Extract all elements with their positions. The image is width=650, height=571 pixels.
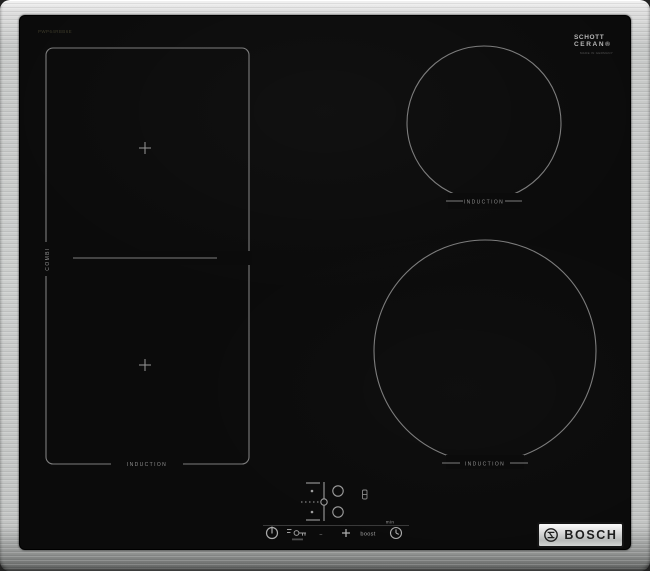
left-induction-label: INDUCTION xyxy=(127,462,167,468)
cooktop-markings: COMBI INDUCTION INDUCTION INDUCTION − bo… xyxy=(41,45,597,541)
pan-indicator-icon xyxy=(362,489,368,500)
timer-clock-icon[interactable] xyxy=(389,526,403,540)
schott-line1: SCHOTT xyxy=(574,34,605,41)
bottom-right-induction-label: INDUCTION xyxy=(465,462,505,468)
model-number: PWP64RBB6E xyxy=(38,29,73,34)
top-right-induction-label: INDUCTION xyxy=(464,200,504,206)
boost-button[interactable]: boost xyxy=(360,532,375,538)
plus-button[interactable] xyxy=(342,529,350,537)
lock-hold-hint xyxy=(292,538,303,541)
combi-label: COMBI xyxy=(45,247,51,270)
bosch-wordmark: BOSCH xyxy=(564,528,618,542)
zone-select-left-rear-dot[interactable] xyxy=(310,489,314,493)
timer-unit-label: min xyxy=(386,520,395,525)
schott-ceran-logo: SCHOTT CERAN® MADE IN GERMANY xyxy=(574,34,626,55)
zone-selector[interactable] xyxy=(301,482,344,521)
schott-line2: CERAN® xyxy=(574,41,612,48)
bosch-badge: BOSCH xyxy=(537,522,624,548)
zone-select-right-front-circle[interactable] xyxy=(332,506,344,518)
zone-select-center-marker[interactable] xyxy=(320,498,328,506)
power-icon[interactable] xyxy=(265,526,279,540)
schott-subtext: MADE IN GERMANY xyxy=(580,51,614,55)
zone-select-left-front-dot[interactable] xyxy=(310,510,314,514)
key-lock-icon[interactable] xyxy=(287,529,306,536)
zone-left-rear-outline xyxy=(45,47,250,260)
zone-select-right-rear-circle[interactable] xyxy=(332,485,344,497)
minus-button[interactable]: − xyxy=(319,532,323,538)
bosch-logo-icon xyxy=(544,528,559,542)
minus-label[interactable]: − xyxy=(319,532,323,538)
zone-right-front-outline xyxy=(373,239,597,463)
zone-left-front-outline xyxy=(45,255,250,465)
zone-right-rear-outline xyxy=(406,45,562,201)
